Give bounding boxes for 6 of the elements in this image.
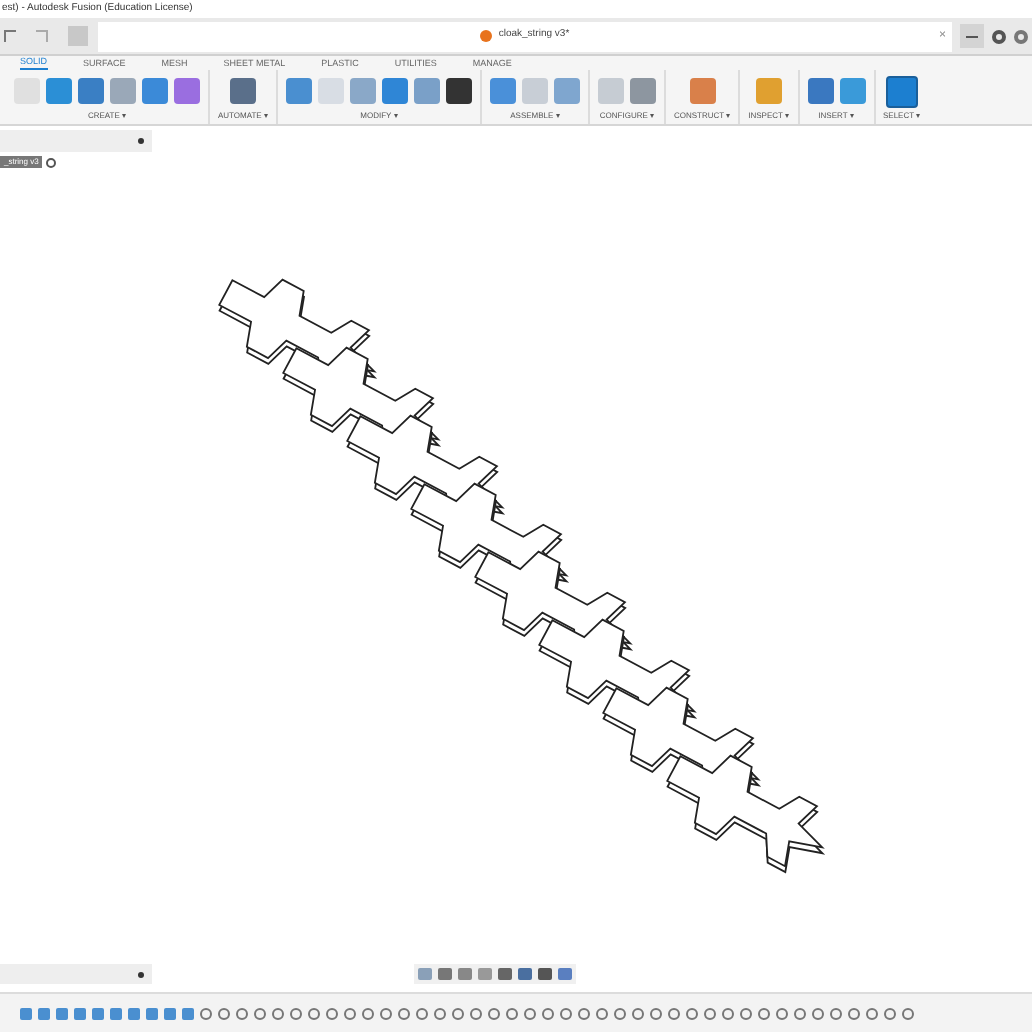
visibility-icon[interactable] (46, 157, 57, 167)
pin-icon[interactable] (138, 138, 144, 144)
pin-icon[interactable] (138, 971, 144, 977)
tool-icon[interactable] (445, 78, 472, 104)
document-icon (480, 30, 493, 42)
tool-icon[interactable] (885, 75, 918, 107)
